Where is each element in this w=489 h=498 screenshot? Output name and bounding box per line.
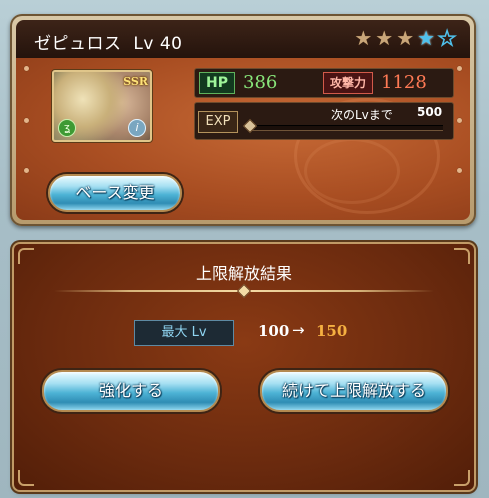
info-icon[interactable]: i — [128, 119, 146, 137]
star-icon: ★ — [417, 26, 436, 50]
hp-value: 386 — [243, 72, 278, 93]
rivet — [24, 168, 29, 173]
next-level-value: 500 — [417, 105, 443, 119]
star-outline-icon: ★ — [437, 26, 456, 50]
uncap-result-panel: 上限解放結果 最大 Lv 100 → 150 強化する 続けて上限解放する — [14, 244, 474, 490]
next-level-label: 次のLvまで — [331, 108, 393, 122]
panel-title: 上限解放結果 — [195, 264, 292, 283]
rarity-stars: ★ ★ ★ ★ ★ — [354, 26, 456, 50]
decor-swirl — [304, 138, 400, 204]
max-level-label: 最大 Lv — [134, 320, 234, 346]
exp-row: EXP 次のLvまで 500 — [194, 102, 454, 140]
character-body: SSR ʓ i HP 386 攻撃力 1128 EXP 次のLvまで 500 ベ… — [16, 58, 470, 220]
rivet — [24, 118, 29, 123]
divider-gem-icon — [236, 283, 252, 299]
rivet — [457, 66, 462, 71]
wind-element-icon: ʓ — [58, 119, 76, 137]
hp-label: HP — [199, 72, 235, 94]
character-name-text: ゼピュロス — [34, 34, 122, 54]
exp-progress-bar — [251, 125, 443, 131]
stats-row: HP 386 攻撃力 1128 — [194, 68, 454, 98]
character-level: Lv 40 — [133, 34, 183, 54]
exp-label: EXP — [198, 111, 238, 133]
rivet — [457, 118, 462, 123]
continue-uncap-button[interactable]: 続けて上限解放する — [260, 370, 448, 412]
star-icon: ★ — [396, 26, 415, 50]
character-portrait[interactable]: SSR ʓ i — [52, 70, 152, 142]
base-change-button[interactable]: ベース変更 — [48, 174, 182, 212]
panel-corner — [18, 470, 34, 486]
character-header: ゼピュロス Lv 40 ★ ★ ★ ★ ★ — [16, 20, 470, 59]
character-name: ゼピュロス Lv 40 — [34, 29, 182, 54]
enhance-button[interactable]: 強化する — [42, 370, 220, 412]
star-icon: ★ — [375, 26, 394, 50]
panel-corner — [454, 470, 470, 486]
max-level-to: 150 — [316, 322, 348, 340]
arrow-icon: → — [292, 321, 305, 339]
rivet — [457, 168, 462, 173]
max-level-from: 100 — [258, 322, 290, 340]
rivet — [24, 66, 29, 71]
star-icon: ★ — [354, 26, 373, 50]
attack-label: 攻撃力 — [323, 72, 373, 94]
attack-value: 1128 — [381, 72, 427, 93]
character-card: ゼピュロス Lv 40 ★ ★ ★ ★ ★ SSR ʓ i HP 386 攻撃力… — [10, 14, 476, 226]
rarity-badge: SSR — [123, 75, 148, 88]
